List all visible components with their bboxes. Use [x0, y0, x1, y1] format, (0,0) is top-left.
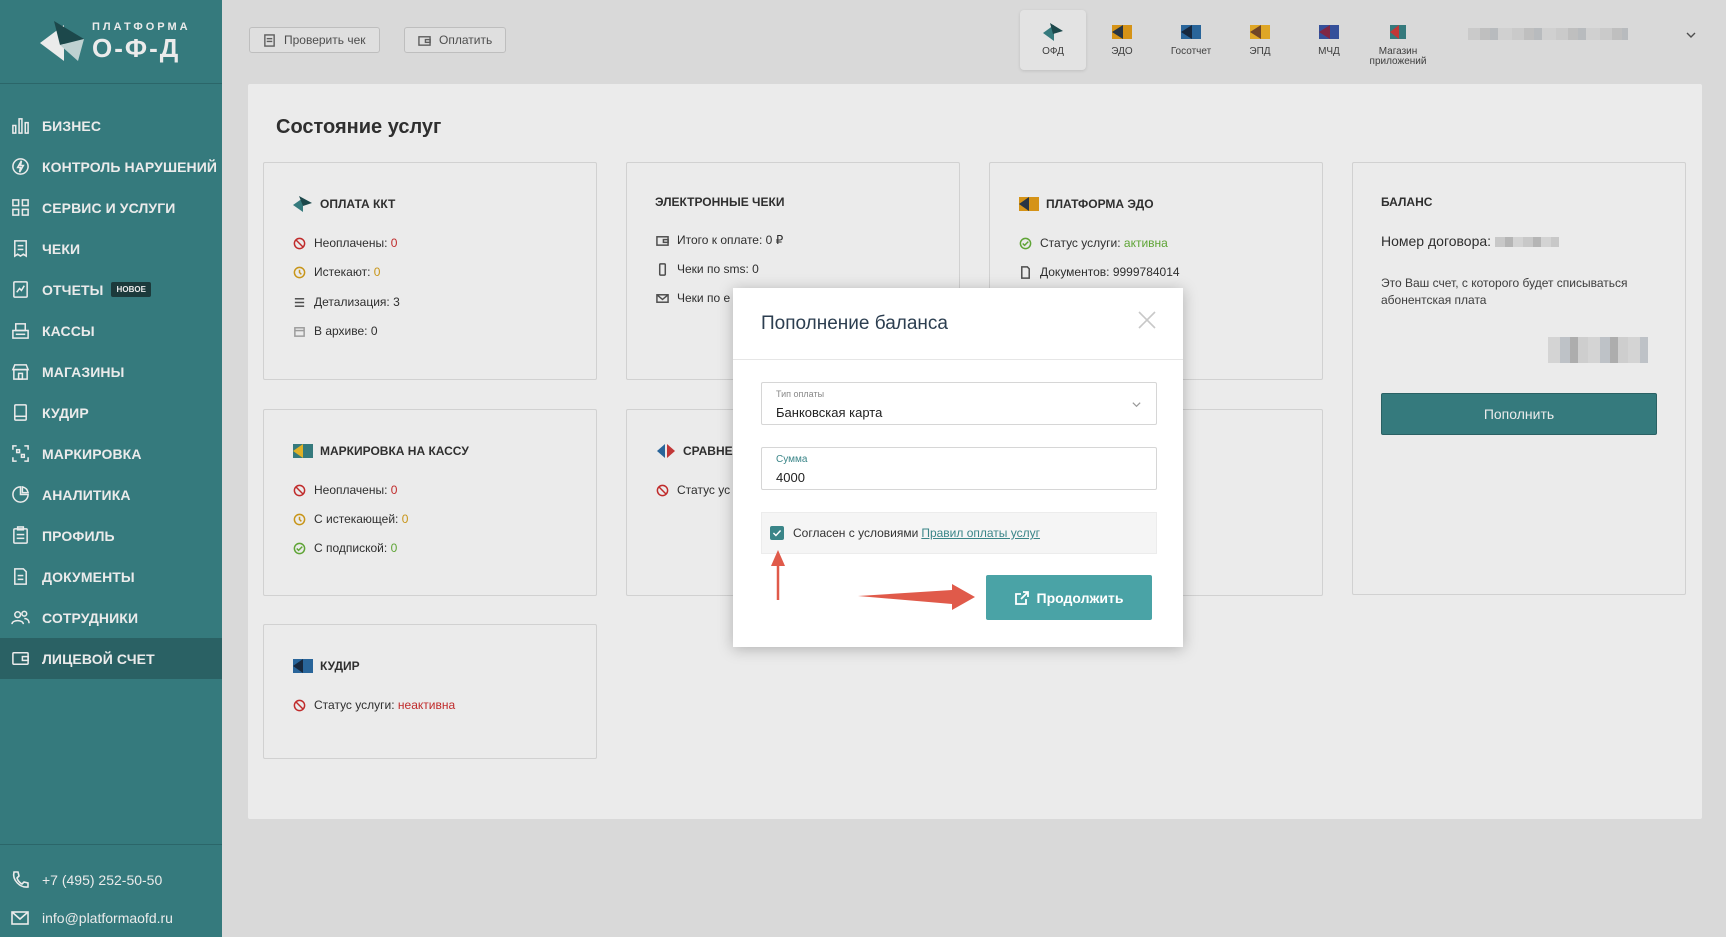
terms-agreement: Согласен с условиями Правил оплаты услуг [761, 512, 1157, 554]
payment-type-label: Тип оплаты [776, 389, 825, 399]
agree-checkbox[interactable] [770, 526, 784, 540]
continue-button[interactable]: Продолжить [986, 575, 1152, 620]
amount-value[interactable]: 4000 [776, 470, 805, 485]
topup-balance-modal: Пополнение баланса Тип оплаты Банковская… [733, 288, 1183, 647]
amount-field[interactable]: Сумма 4000 [761, 447, 1157, 490]
close-icon[interactable] [1137, 310, 1157, 330]
amount-label: Сумма [776, 454, 808, 465]
chevron-down-icon [1132, 402, 1141, 408]
payment-rules-link[interactable]: Правил оплаты услуг [921, 526, 1040, 540]
external-link-icon [1014, 590, 1029, 605]
continue-label: Продолжить [1036, 589, 1124, 606]
modal-title: Пополнение баланса [733, 288, 1183, 360]
agree-text: Согласен с условиями [793, 526, 919, 540]
payment-type-value: Банковская карта [776, 405, 883, 420]
check-icon [772, 530, 782, 537]
payment-type-select[interactable]: Тип оплаты Банковская карта [761, 382, 1157, 425]
